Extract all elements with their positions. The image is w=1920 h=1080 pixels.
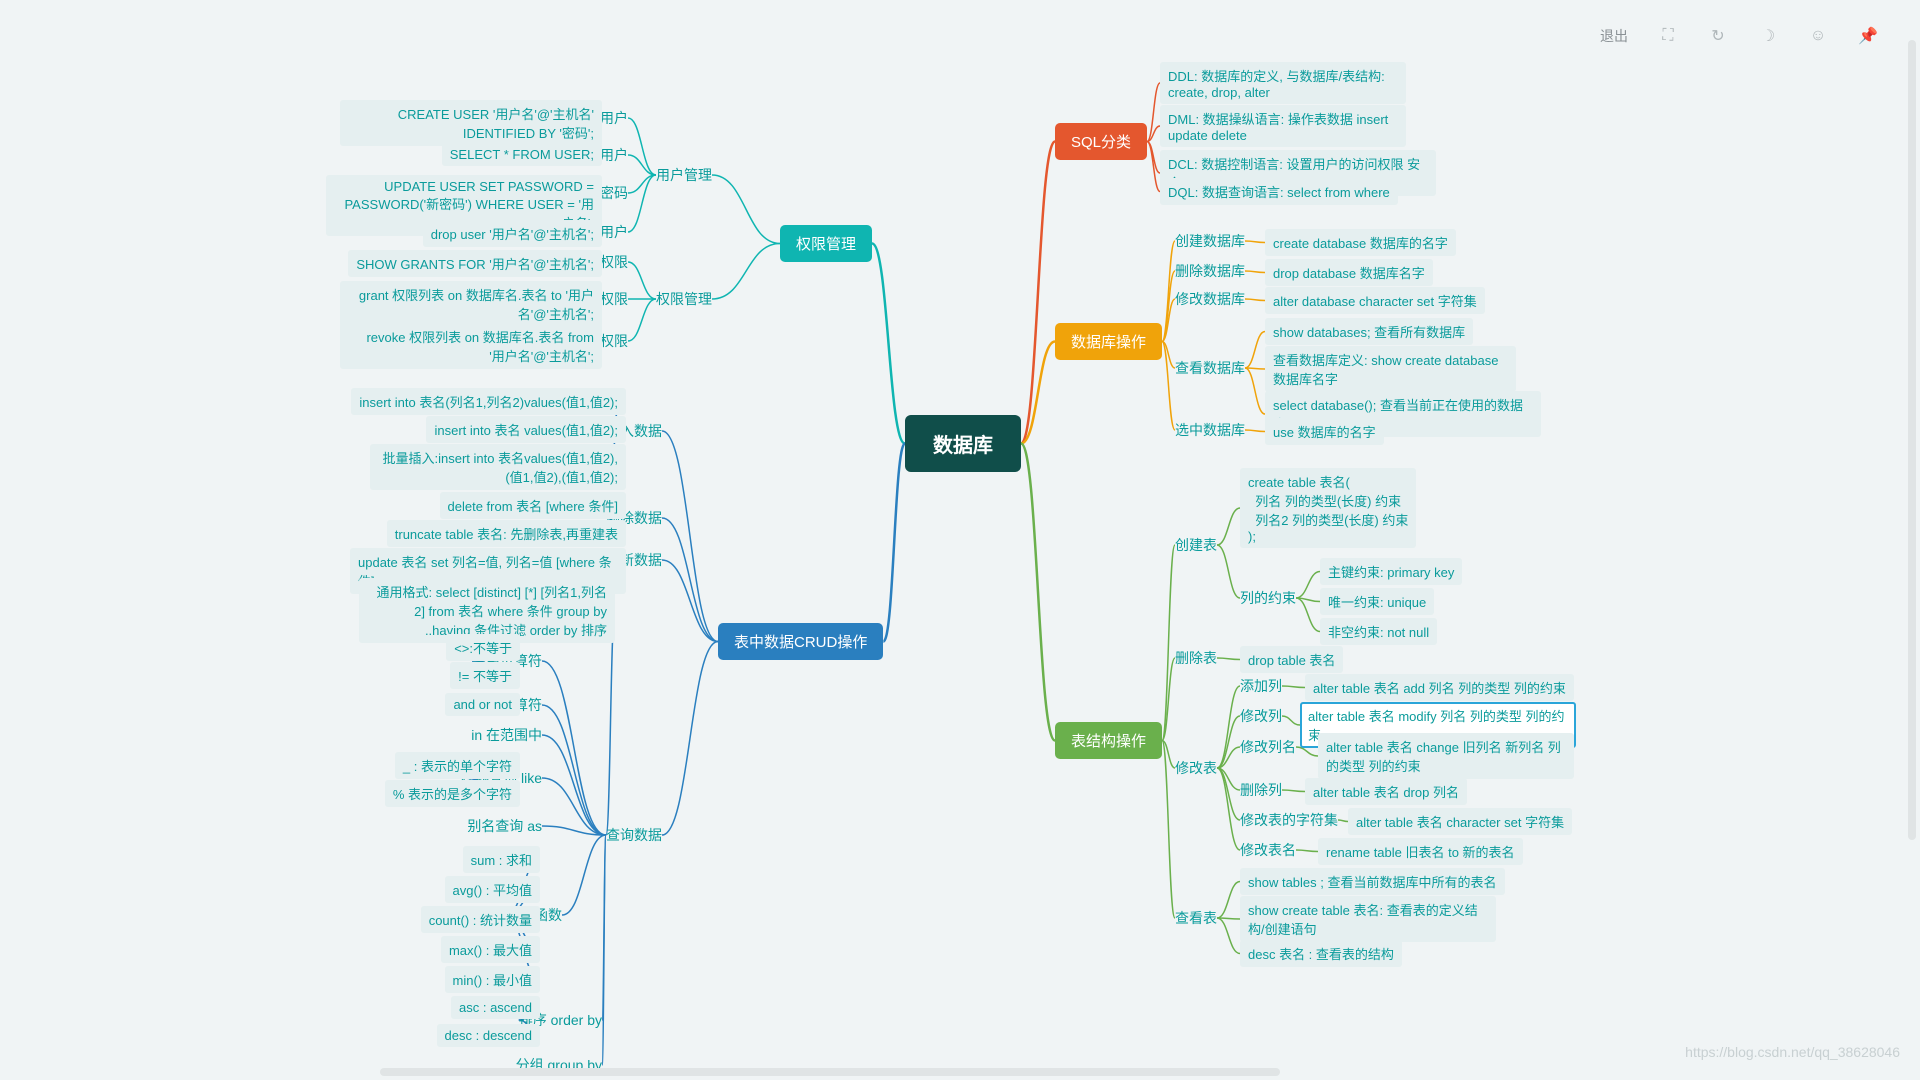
leaf-ud[interactable]: drop user '用户名'@'主机名'; <box>423 220 602 247</box>
mid-tb-alter[interactable]: 修改表 <box>1175 758 1217 778</box>
leaf-ins-b[interactable]: insert into 表名 values(值1,值2); <box>426 416 626 443</box>
leaf-sql-dml[interactable]: DML: 数据操纵语言: 操作表数据 insert update delete <box>1160 105 1406 147</box>
major-sql[interactable]: SQL分类 <box>1055 123 1147 160</box>
leaf-agg-min[interactable]: min() : 最小值 <box>445 966 540 993</box>
pin-icon[interactable]: 📌 <box>1846 20 1890 52</box>
leaf-ag[interactable]: grant 权限列表 on 数据库名.表名 to '用户名'@'主机名'; <box>340 281 602 327</box>
leaf-tb-uq[interactable]: 唯一约束: unique <box>1320 588 1434 615</box>
major-tbop[interactable]: 表结构操作 <box>1055 722 1162 759</box>
leaf-dropcol[interactable]: alter table 表名 drop 列名 <box>1305 778 1467 805</box>
leaf-db-show-a[interactable]: show databases; 查看所有数据库 <box>1265 318 1473 345</box>
mid-auth[interactable]: 权限管理 <box>656 289 712 309</box>
leaf-agg-max[interactable]: max() : 最大值 <box>441 936 540 963</box>
leaf-as[interactable]: SHOW GRANTS FOR '用户名'@'主机名'; <box>348 250 602 277</box>
emoji-icon[interactable]: ☺ <box>1796 20 1840 52</box>
leaf-tb-drop[interactable]: drop table 表名 <box>1240 646 1343 673</box>
mid-modcol[interactable]: 修改列 <box>1240 706 1282 726</box>
mid-tb-create[interactable]: 创建表 <box>1175 535 1217 555</box>
leaf-chgcol[interactable]: alter table 表名 change 旧列名 新列名 列的类型 列的约束 <box>1318 733 1574 779</box>
major-dbop[interactable]: 数据库操作 <box>1055 323 1162 360</box>
leaf-tb-pk[interactable]: 主键约束: primary key <box>1320 558 1462 585</box>
leaf-del-b[interactable]: truncate table 表名: 先删除表,再重建表 <box>387 520 626 547</box>
leaf-tb-show-a[interactable]: show tables ; 查看当前数据库中所有的表名 <box>1240 868 1505 895</box>
leaf-order-asc[interactable]: asc : ascend <box>451 996 540 1019</box>
leaf-ar[interactable]: revoke 权限列表 on 数据库名.表名 from '用户名'@'主机名'; <box>340 323 602 369</box>
mid-db-drop[interactable]: 删除数据库 <box>1175 261 1245 281</box>
leaf-db-alter[interactable]: alter database character set 字符集 <box>1265 287 1485 314</box>
mid-dropcol[interactable]: 删除列 <box>1240 780 1282 800</box>
mid-tb-show[interactable]: 查看表 <box>1175 908 1217 928</box>
leaf-charset[interactable]: alter table 表名 character set 字符集 <box>1348 808 1572 835</box>
mid-user[interactable]: 用户管理 <box>656 165 712 185</box>
mid-db-alter[interactable]: 修改数据库 <box>1175 289 1245 309</box>
leaf-db-use[interactable]: use 数据库的名字 <box>1265 418 1384 445</box>
leaf-order-desc[interactable]: desc : descend <box>437 1024 540 1047</box>
major-perm[interactable]: 权限管理 <box>780 225 872 262</box>
leaf-agg-count[interactable]: count() : 统计数量 <box>421 906 540 933</box>
major-crud[interactable]: 表中数据CRUD操作 <box>718 623 883 660</box>
leaf-agg-avg[interactable]: avg() : 平均值 <box>445 876 540 903</box>
mid-addcol[interactable]: 添加列 <box>1240 676 1282 696</box>
mid-rename[interactable]: 修改表名 <box>1240 840 1296 860</box>
mid-db-create[interactable]: 创建数据库 <box>1175 231 1245 251</box>
fullscreen-icon[interactable]: ⛶ <box>1646 20 1690 52</box>
mindmap-connectors <box>0 0 1920 1080</box>
leaf-del-a[interactable]: delete from 表名 [where 条件] <box>440 492 627 519</box>
mid-tb-drop[interactable]: 删除表 <box>1175 648 1217 668</box>
leaf-uc[interactable]: CREATE USER '用户名'@'主机名' IDENTIFIED BY '密… <box>340 100 602 146</box>
leaf-sql-dql[interactable]: DQL: 数据查询语言: select from where <box>1160 178 1398 205</box>
watermark: https://blog.csdn.net/qq_38628046 <box>1685 1044 1900 1060</box>
leaf-like-a[interactable]: _ : 表示的单个字符 <box>395 752 520 779</box>
mid-select[interactable]: 查询数据 <box>606 825 662 845</box>
mid-chgcol[interactable]: 修改列名 <box>1240 737 1296 757</box>
leaf-agg-sum[interactable]: sum : 求和 <box>463 846 540 873</box>
leaf-tb-nn[interactable]: 非空约束: not null <box>1320 618 1437 645</box>
leaf-tb-show-b[interactable]: show create table 表名: 查看表的定义结构/创建语句 <box>1240 896 1496 942</box>
mid-db-use[interactable]: 选中数据库 <box>1175 420 1245 440</box>
mid-db-show[interactable]: 查看数据库 <box>1175 358 1245 378</box>
mid-tb-constr[interactable]: 列的约束 <box>1240 588 1296 608</box>
leaf-relop-b[interactable]: != 不等于 <box>450 662 520 689</box>
leaf-db-show-b[interactable]: 查看数据库定义: show create database 数据库名字 <box>1265 346 1516 392</box>
leaf-sql-ddl[interactable]: DDL: 数据库的定义, 与数据库/表结构: create, drop, alt… <box>1160 62 1406 104</box>
leaf-addcol[interactable]: alter table 表名 add 列名 列的类型 列的约束 <box>1305 674 1574 701</box>
mid-charset[interactable]: 修改表的字符集 <box>1240 810 1338 830</box>
scrollbar-vertical[interactable] <box>1906 0 1918 1080</box>
mid-alias[interactable]: 别名查询 as <box>467 816 542 836</box>
leaf-ins-c[interactable]: 批量插入:insert into 表名values(值1,值2),(值1,值2)… <box>370 444 626 490</box>
leaf-logic-a[interactable]: and or not <box>445 693 520 716</box>
toolbar: 退出 ⛶ ↻ ☽ ☺ 📌 <box>1588 20 1890 52</box>
leaf-rename[interactable]: rename table 旧表名 to 新的表名 <box>1318 838 1523 865</box>
leaf-like-b[interactable]: % 表示的是多个字符 <box>385 780 520 807</box>
root-node[interactable]: 数据库 <box>905 415 1021 472</box>
night-icon[interactable]: ☽ <box>1746 20 1790 52</box>
leaf-ins-a[interactable]: insert into 表名(列名1,列名2)values(值1,值2); <box>351 388 626 415</box>
leaf-relop-a[interactable]: <>:不等于 <box>446 634 520 661</box>
scrollbar-horizontal[interactable] <box>0 1066 1920 1078</box>
leaf-db-create[interactable]: create database 数据库的名字 <box>1265 229 1456 256</box>
leaf-tb-create-def[interactable]: create table 表名( 列名 列的类型(长度) 约束 列名2 列的类型… <box>1240 468 1416 548</box>
leaf-uq[interactable]: SELECT * FROM USER; <box>442 143 602 166</box>
leaf-tb-show-c[interactable]: desc 表名 : 查看表的结构 <box>1240 940 1402 967</box>
exit-button[interactable]: 退出 <box>1588 20 1640 52</box>
leaf-db-drop[interactable]: drop database 数据库名字 <box>1265 259 1433 286</box>
history-icon[interactable]: ↻ <box>1696 20 1740 52</box>
mid-in[interactable]: in 在范围中 <box>471 725 542 745</box>
